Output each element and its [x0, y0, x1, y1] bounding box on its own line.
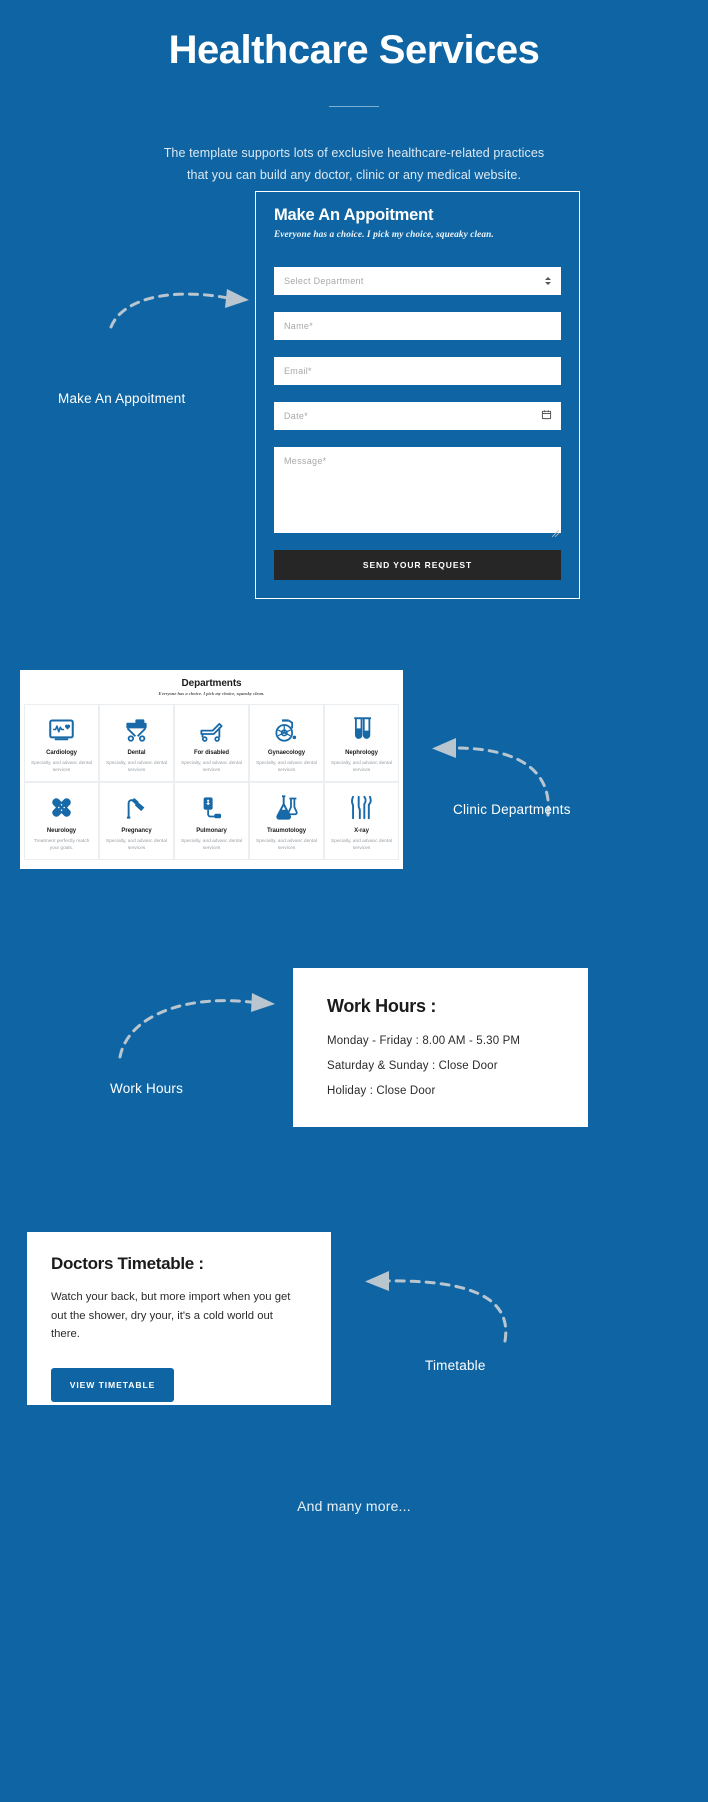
departments-title: Departments	[181, 678, 242, 689]
appointment-fields: Select Department Name* Email* Date* Mes…	[274, 267, 561, 580]
message-textarea-placeholder: Message*	[284, 456, 327, 466]
stretcher-icon	[198, 715, 226, 743]
bandage-cross-icon	[48, 793, 76, 821]
department-card[interactable]: Nephrology Specialty, and advanc dental …	[324, 704, 399, 782]
department-desc: Specialty, and advanc dental services	[331, 761, 392, 774]
send-request-button[interactable]: SEND YOUR REQUEST	[274, 550, 561, 580]
wheelchair-icon	[273, 715, 301, 743]
hero-subtitle-line-2: that you can build any doctor, clinic or…	[186, 167, 522, 182]
email-input-placeholder: Email*	[284, 366, 312, 376]
departments-slogan: Everyone has a choice. I pick my choice,…	[158, 691, 265, 696]
callout-appointment: Make An Appoitment	[58, 391, 186, 406]
hero-subtitle: The template supports lots of exclusive …	[0, 143, 708, 187]
appointment-title: Make An Appoitment	[274, 206, 434, 224]
department-card[interactable]: Traumotology Specialty, and advanc denta…	[249, 782, 324, 860]
timetable-title: Doctors Timetable :	[51, 1254, 204, 1273]
department-name: Pulmonary	[196, 828, 227, 834]
dental-lamp-icon	[123, 793, 151, 821]
arrow-to-timetable-icon	[365, 1271, 508, 1343]
arrow-to-work-hours-icon	[118, 993, 275, 1059]
flasks-icon	[273, 793, 301, 821]
department-name: Gynaecology	[267, 750, 306, 756]
department-name: Nephrology	[345, 750, 378, 756]
department-card[interactable]: Neurology Treatment perfectly match your…	[24, 782, 99, 860]
hero-subtitle-line-1: The template supports lots of exclusive …	[163, 146, 545, 160]
department-name: Dental	[127, 750, 146, 756]
date-input-placeholder: Date*	[284, 411, 309, 421]
message-textarea[interactable]: Message*	[274, 447, 561, 538]
department-card[interactable]: Pregnancy Specialty, and advanc dental s…	[99, 782, 174, 860]
name-input[interactable]: Name*	[274, 312, 561, 340]
department-name: For disabled	[193, 750, 230, 756]
department-desc: Specialty, and advanc dental services	[181, 839, 242, 852]
callout-departments: Clinic Departments	[453, 802, 571, 817]
work-hours-row: Holiday : Close Door	[327, 1085, 436, 1097]
instruments-icon	[348, 793, 376, 821]
email-input[interactable]: Email*	[274, 357, 561, 385]
date-input[interactable]: Date*	[274, 402, 561, 430]
work-hours-title: Work Hours :	[327, 996, 437, 1016]
timetable-card: Doctors Timetable : Watch your back, but…	[27, 1232, 331, 1405]
heart-monitor-icon	[48, 715, 76, 743]
page-title: Healthcare Services	[168, 28, 540, 72]
work-hours-row: Monday - Friday : 8.00 AM - 5.30 PM	[327, 1035, 521, 1047]
hero-section: Healthcare Services The template support…	[0, 0, 708, 187]
department-desc: Specialty, and advanc dental services	[106, 761, 167, 774]
appointment-section: Make An Appoitment Everyone has a choice…	[255, 191, 580, 599]
arrow-to-appointment-icon	[109, 289, 249, 329]
departments-header: Departments Everyone has a choice. I pic…	[20, 678, 403, 696]
work-hours-card: Work Hours : Monday - Friday : 8.00 AM -…	[293, 968, 588, 1127]
work-hours-list: Monday - Friday : 8.00 AM - 5.30 PM Satu…	[327, 1035, 588, 1097]
chevron-updown-icon	[544, 275, 552, 287]
department-name: Traumotology	[266, 828, 307, 834]
departments-panel: Departments Everyone has a choice. I pic…	[20, 670, 403, 869]
department-desc: Treatment perfectly match your goals.	[33, 839, 90, 852]
iv-drip-icon	[198, 793, 226, 821]
department-name: Cardiology	[46, 750, 77, 756]
department-desc: Specialty, and advanc dental services	[106, 839, 167, 852]
name-input-placeholder: Name*	[284, 321, 314, 331]
appointment-card: Make An Appoitment Everyone has a choice…	[255, 191, 580, 599]
department-desc: Specialty, and advanc dental services	[31, 761, 92, 774]
department-card[interactable]: Pulmonary Specialty, and advanc dental s…	[174, 782, 249, 860]
department-name: Neurology	[46, 828, 77, 834]
department-card[interactable]: For disabled Specialty, and advanc denta…	[174, 704, 249, 782]
title-divider	[329, 106, 379, 107]
page-root: Healthcare Services The template support…	[0, 0, 708, 1802]
view-timetable-button[interactable]: VIEW TIMETABLE	[51, 1367, 174, 1402]
department-card[interactable]: X-ray Specialty, and advanc dental servi…	[324, 782, 399, 860]
department-name: Pregnancy	[121, 828, 152, 834]
work-hours-row: Saturday & Sunday : Close Door	[327, 1060, 498, 1072]
footer-note: And many more...	[297, 1498, 411, 1514]
resize-grip-icon[interactable]	[551, 524, 560, 538]
calendar-icon[interactable]	[541, 407, 552, 425]
test-tubes-icon	[348, 715, 376, 743]
appointment-slogan: Everyone has a choice. I pick my choice,…	[274, 230, 494, 240]
callout-timetable: Timetable	[425, 1358, 486, 1373]
department-desc: Specialty, and advanc dental services	[181, 761, 242, 774]
hospital-bed-icon	[123, 715, 151, 743]
department-card[interactable]: Dental Specialty, and advanc dental serv…	[99, 704, 174, 782]
department-select[interactable]: Select Department	[274, 267, 561, 295]
department-card[interactable]: Cardiology Specialty, and advanc dental …	[24, 704, 99, 782]
callout-work-hours: Work Hours	[110, 1081, 184, 1096]
timetable-body: Watch your back, but more import when yo…	[51, 1291, 291, 1341]
department-desc: Specialty, and advanc dental services	[256, 761, 317, 774]
department-desc: Specialty, and advanc dental services	[331, 839, 392, 852]
department-name: X-ray	[354, 828, 369, 834]
department-card[interactable]: Gynaecology Specialty, and advanc dental…	[249, 704, 324, 782]
department-select-label: Select Department	[284, 276, 364, 286]
departments-grid: Cardiology Specialty, and advanc dental …	[20, 704, 403, 860]
department-desc: Specialty, and advanc dental services	[256, 839, 317, 852]
